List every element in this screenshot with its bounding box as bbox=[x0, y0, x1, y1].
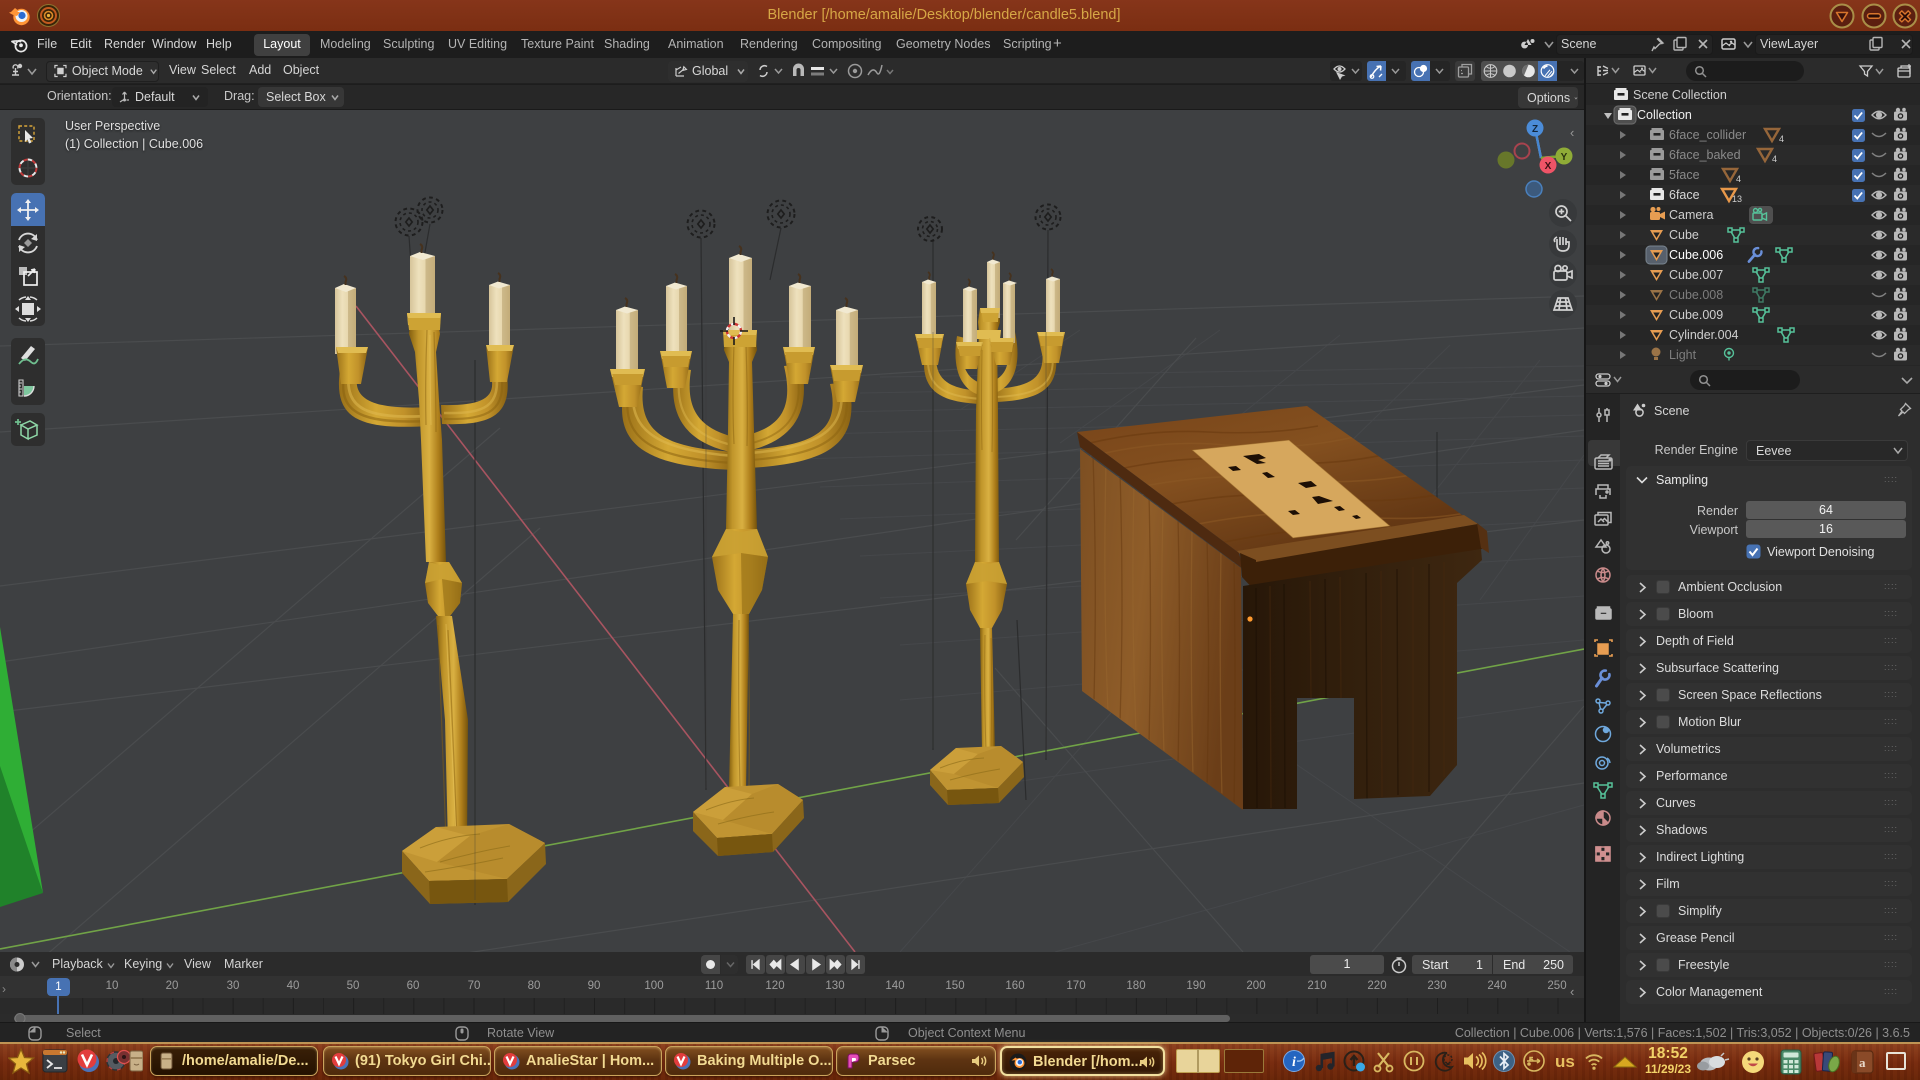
svg-text:4: 4 bbox=[1736, 174, 1741, 184]
svg-text:4: 4 bbox=[1772, 154, 1777, 164]
svg-text:i: i bbox=[1292, 1055, 1296, 1070]
svg-text:13: 13 bbox=[1732, 194, 1742, 204]
svg-text:X: X bbox=[1545, 161, 1552, 172]
svg-text:Y: Y bbox=[1561, 152, 1568, 163]
svg-text:4: 4 bbox=[1779, 134, 1784, 144]
svg-text:us: us bbox=[1555, 1052, 1575, 1071]
svg-text:a: a bbox=[1859, 1055, 1866, 1070]
svg-text:Z: Z bbox=[1532, 124, 1538, 135]
